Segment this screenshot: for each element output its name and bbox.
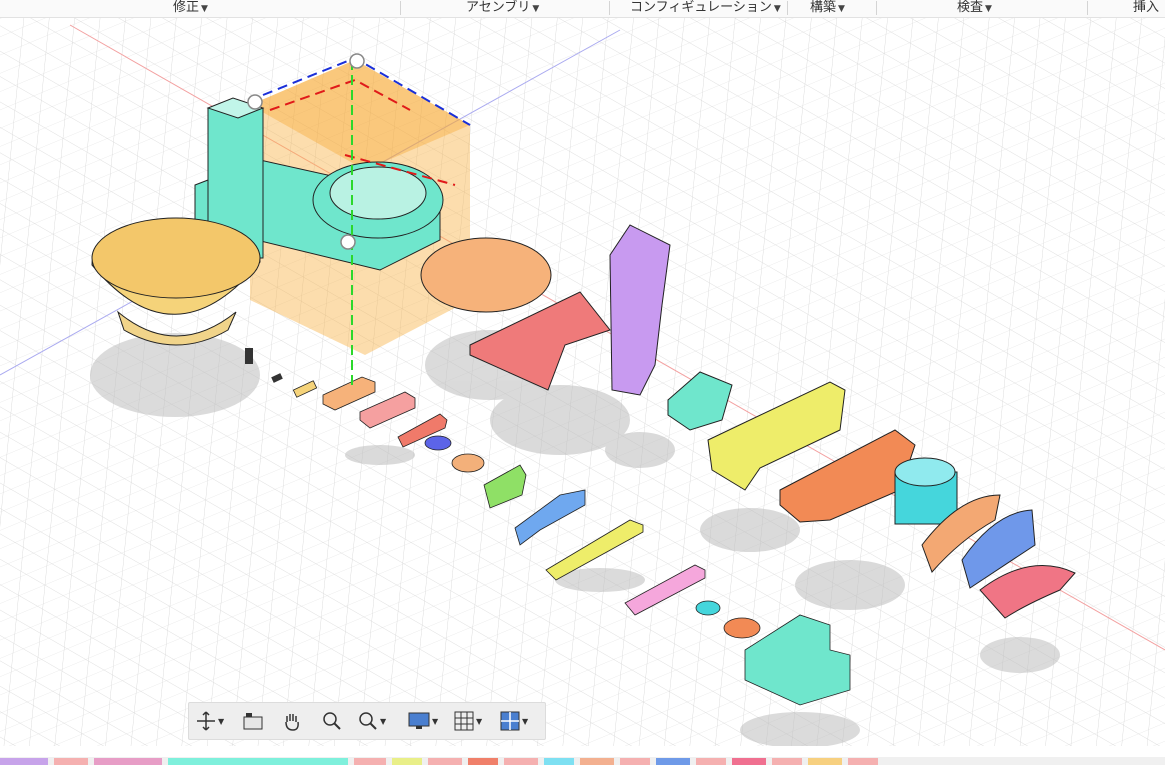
timeline-strip	[0, 757, 1165, 765]
menu-inspect-label: 検査	[957, 0, 984, 15]
timeline-feature[interactable]	[54, 758, 88, 765]
chevron-down-icon: ▼	[773, 4, 781, 14]
menu-construct-label: 構築	[810, 0, 837, 15]
orbit-icon	[197, 711, 215, 731]
chevron-down-icon: ▼	[985, 4, 992, 14]
viewports-button[interactable]: ▼	[499, 707, 528, 735]
small-link-part[interactable]	[424, 435, 452, 451]
pan-icon	[285, 714, 299, 731]
menu-construct[interactable]: 構築 ▼	[810, 0, 845, 17]
menu-modify-label: 修正	[173, 0, 200, 15]
divider	[400, 1, 401, 15]
menu-assemble-label: アセンブリ	[466, 0, 531, 15]
divider	[876, 1, 877, 15]
zoom-icon	[323, 712, 341, 730]
chevron-down-icon: ▼	[838, 4, 845, 14]
small-pin-part[interactable]	[245, 348, 253, 364]
timeline-feature[interactable]	[656, 758, 690, 765]
timeline-feature[interactable]	[544, 758, 574, 765]
timeline-feature[interactable]	[732, 758, 766, 765]
timeline-feature[interactable]	[468, 758, 498, 765]
ring-part-orange[interactable]	[723, 617, 761, 639]
cup-part[interactable]	[894, 457, 958, 525]
grid-settings-icon	[454, 711, 474, 731]
timeline-feature[interactable]	[772, 758, 802, 765]
timeline-feature[interactable]	[94, 758, 162, 765]
display-settings-icon	[408, 712, 430, 729]
timeline-feature[interactable]	[620, 758, 650, 765]
menu-modify[interactable]: 修正 ▼	[173, 0, 208, 17]
chevron-down-icon: ▼	[380, 716, 387, 726]
top-toolbar: 修正 ▼ アセンブリ ▼ コンフィギュレーション ▼ 構築 ▼ 検査 ▼ 挿入	[0, 0, 1165, 18]
fit-button[interactable]: ▼	[357, 707, 386, 735]
chevron-down-icon: ▼	[201, 4, 208, 14]
timeline-feature[interactable]	[168, 758, 348, 765]
menu-configure-label: コンフィギュレーション	[630, 0, 772, 15]
model-canvas[interactable]	[0, 18, 1165, 746]
viewports-icon	[500, 711, 520, 731]
timeline-feature[interactable]	[848, 758, 878, 765]
small-cam-part[interactable]	[451, 453, 485, 473]
fit-icon	[359, 712, 377, 730]
timeline-feature[interactable]	[504, 758, 538, 765]
timeline-feature[interactable]	[392, 758, 422, 765]
menu-configure[interactable]: コンフィギュレーション ▼	[630, 0, 781, 17]
disk-part[interactable]	[420, 237, 552, 313]
look-at-icon	[243, 713, 263, 730]
chevron-down-icon: ▼	[532, 4, 540, 14]
navigation-toolbar: ▼ ▼ ▼ ▼ ▼	[188, 702, 546, 740]
timeline-feature[interactable]	[696, 758, 726, 765]
chevron-down-icon: ▼	[476, 716, 483, 726]
zoom-button[interactable]	[321, 707, 343, 735]
look-at-button[interactable]	[241, 707, 265, 735]
divider	[1087, 1, 1088, 15]
menu-assemble[interactable]: アセンブリ ▼	[466, 0, 539, 17]
chevron-down-icon: ▼	[432, 716, 439, 726]
timeline-feature[interactable]	[354, 758, 386, 765]
pan-button[interactable]	[281, 707, 303, 735]
timeline-feature[interactable]	[0, 758, 48, 765]
display-settings-button[interactable]: ▼	[407, 707, 438, 735]
ring-part-teal[interactable]	[695, 600, 721, 616]
chevron-down-icon: ▼	[218, 716, 225, 726]
divider	[787, 1, 788, 15]
menu-inspect[interactable]: 検査 ▼	[957, 0, 992, 17]
menu-insert-label: 挿入	[1133, 0, 1160, 15]
timeline-feature[interactable]	[808, 758, 842, 765]
grid-settings-button[interactable]: ▼	[453, 707, 482, 735]
menu-insert[interactable]: 挿入	[1133, 0, 1159, 17]
timeline-feature[interactable]	[580, 758, 614, 765]
orbit-button[interactable]: ▼	[195, 707, 224, 735]
canvas-viewport[interactable]: ▼ ▼ ▼ ▼ ▼	[0, 18, 1165, 746]
chevron-down-icon: ▼	[522, 716, 529, 726]
divider	[609, 1, 610, 15]
timeline-feature[interactable]	[428, 758, 462, 765]
